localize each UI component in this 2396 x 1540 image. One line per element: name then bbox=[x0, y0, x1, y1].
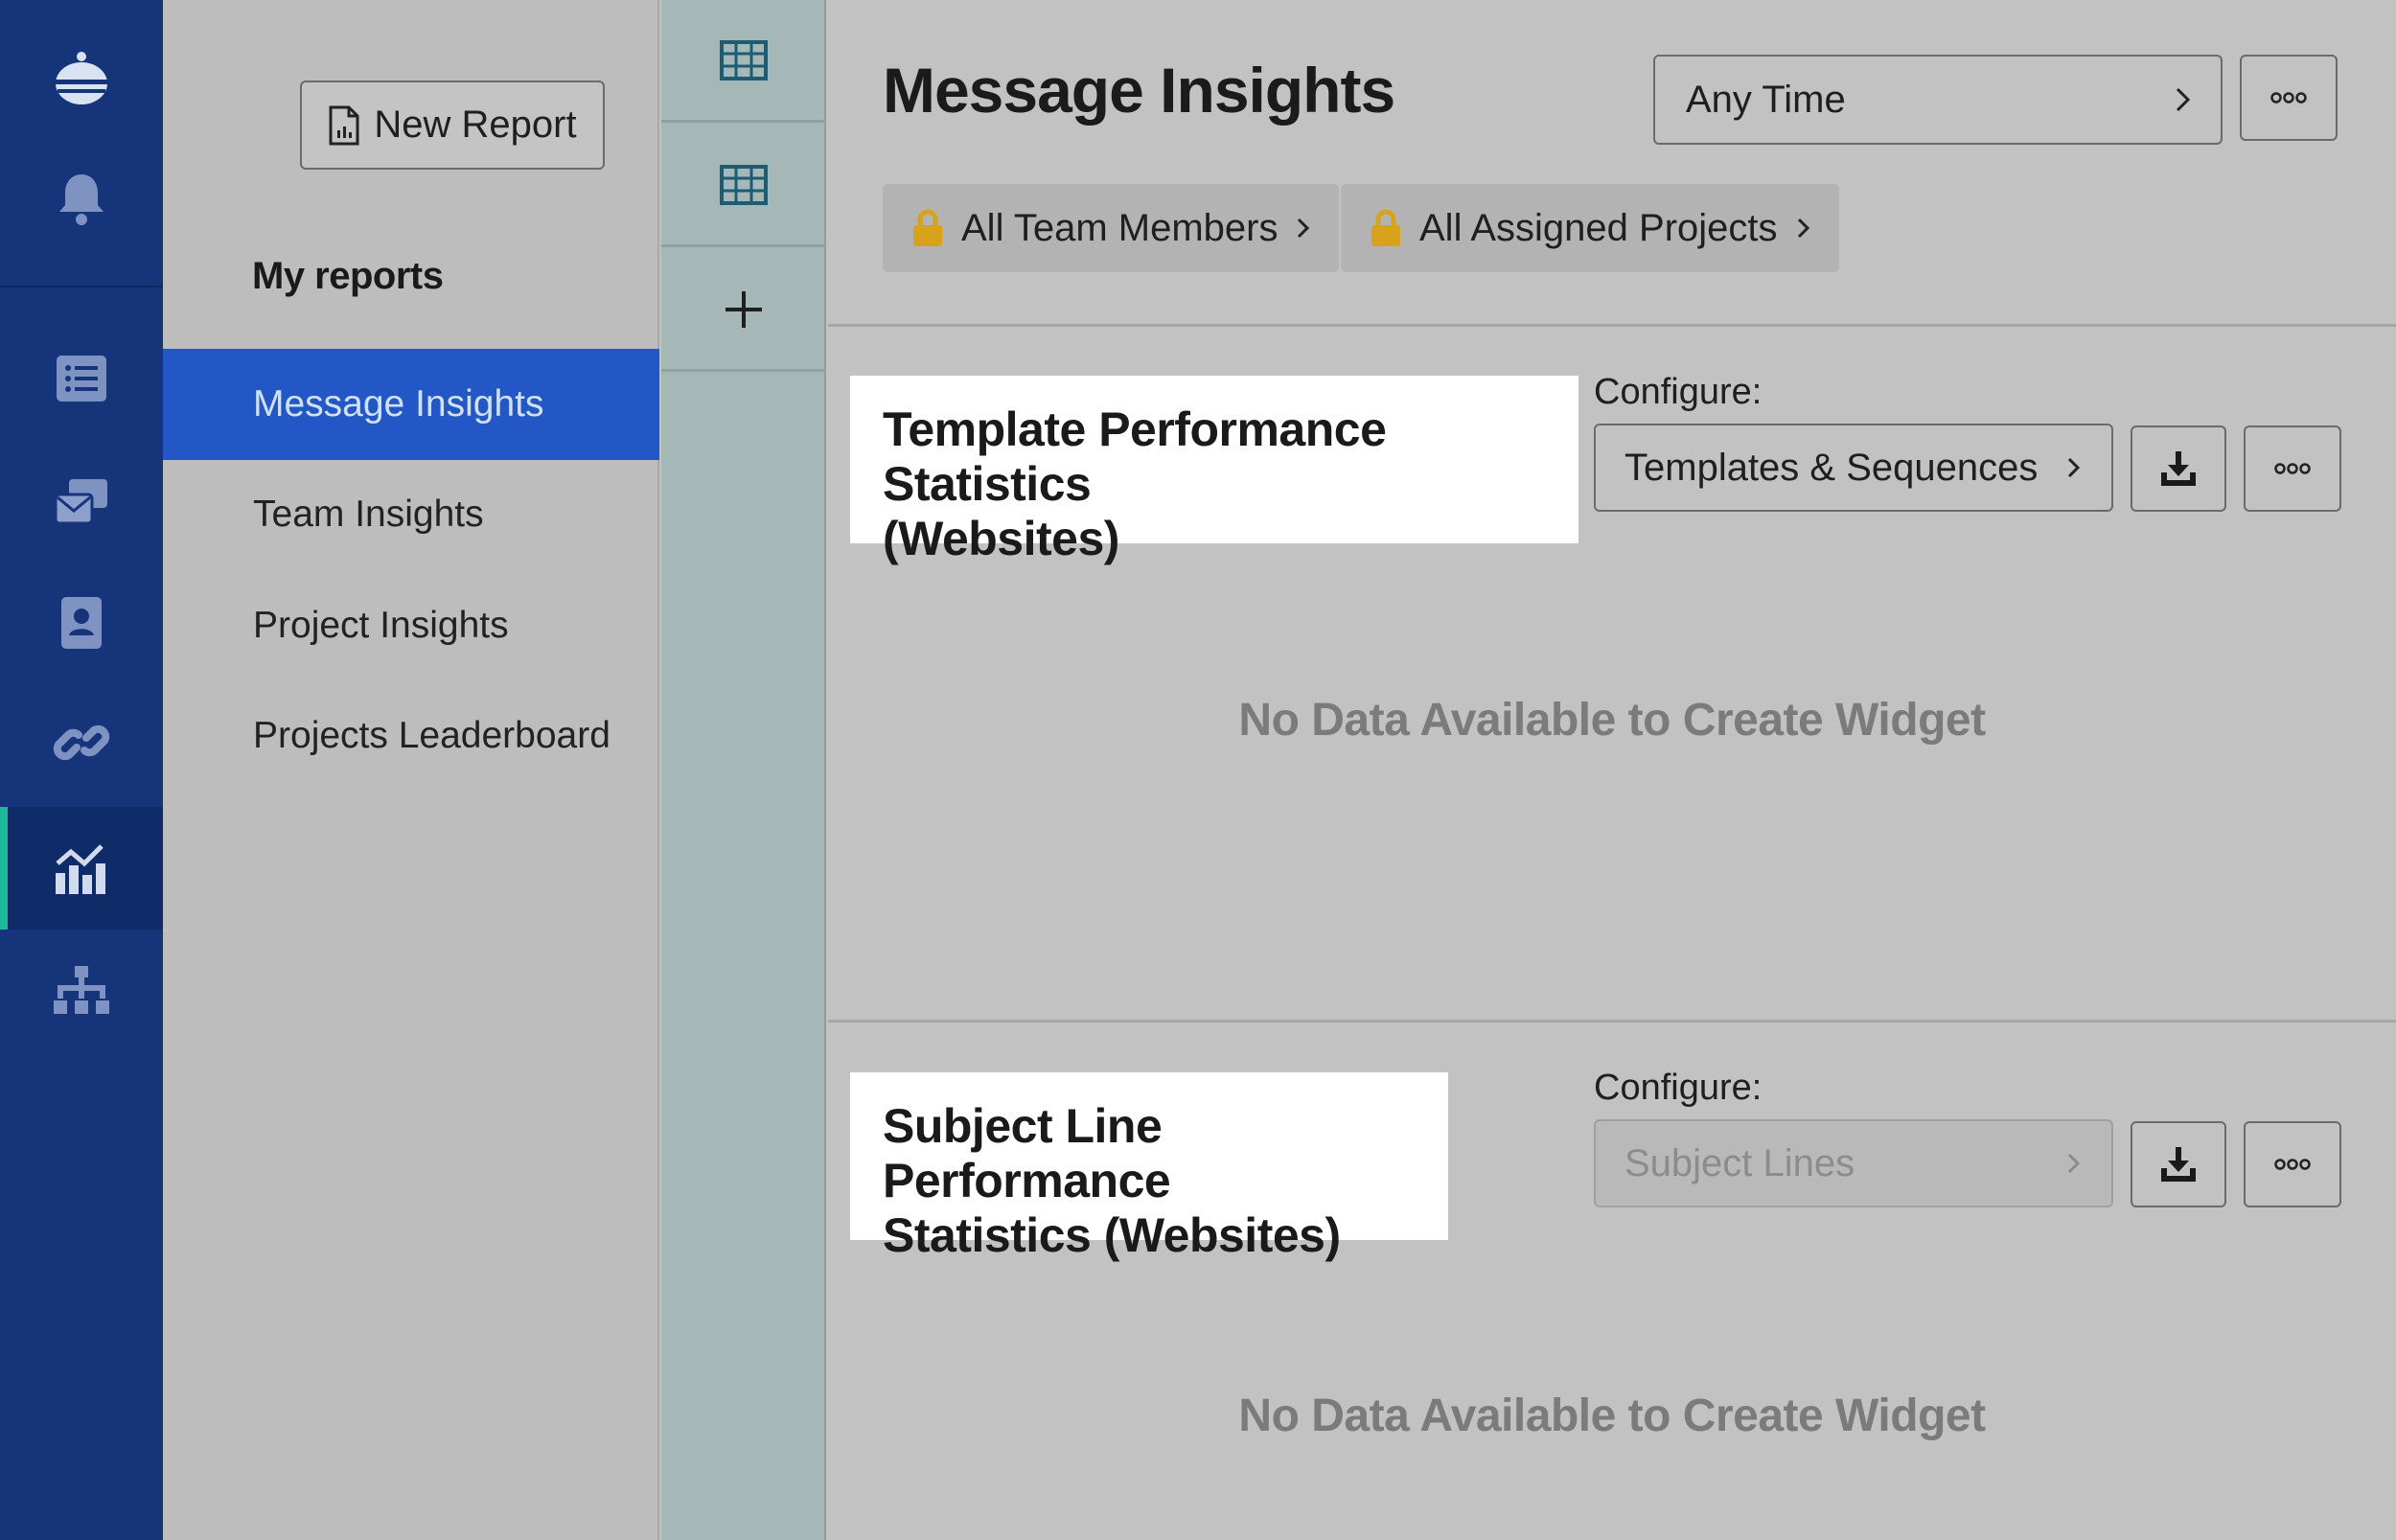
configure-value: Templates & Sequences bbox=[1624, 446, 2039, 489]
table-tab-1[interactable] bbox=[661, 0, 826, 123]
messages-icon[interactable] bbox=[43, 463, 120, 540]
chevron-right-icon bbox=[1797, 218, 1809, 239]
report-item-projects-leaderboard[interactable]: Projects Leaderboard bbox=[163, 680, 659, 792]
chevron-right-icon bbox=[2067, 457, 2081, 478]
download-icon bbox=[2161, 1147, 2196, 1182]
report-item-team-insights[interactable]: Team Insights bbox=[163, 459, 659, 570]
assigned-projects-filter-label: All Assigned Projects bbox=[1419, 206, 1778, 249]
empty-state-message: No Data Available to Create Widget bbox=[1238, 1391, 1986, 1441]
new-report-button[interactable]: New Report bbox=[300, 80, 605, 170]
add-widget-tab[interactable] bbox=[661, 249, 826, 372]
widget-tab-strip bbox=[661, 0, 826, 1540]
lock-icon bbox=[913, 209, 942, 246]
reports-panel: New Report My reports Message Insights T… bbox=[163, 0, 659, 1540]
widget-title-line: Template Performance Statistics bbox=[883, 402, 1387, 511]
report-item-project-insights[interactable]: Project Insights bbox=[163, 570, 659, 681]
icon-rail bbox=[0, 0, 163, 1540]
page-more-button[interactable] bbox=[2240, 55, 2338, 141]
section-divider bbox=[828, 324, 2396, 327]
download-icon bbox=[2161, 451, 2196, 486]
time-filter-select[interactable]: Any Time bbox=[1653, 55, 2223, 145]
lock-icon bbox=[1371, 209, 1400, 246]
widget-title-line: Subject Line Performance bbox=[883, 1099, 1171, 1207]
configure-label: Configure: bbox=[1594, 372, 1762, 412]
new-report-label: New Report bbox=[374, 103, 577, 146]
link-icon[interactable] bbox=[43, 704, 120, 781]
list-icon[interactable] bbox=[43, 340, 120, 417]
rail-divider bbox=[0, 286, 163, 287]
widget-title-line: (Websites) bbox=[883, 512, 1119, 565]
chevron-right-icon bbox=[1298, 218, 1310, 239]
table-icon bbox=[720, 39, 768, 80]
subject-lines-select[interactable]: Subject Lines bbox=[1594, 1119, 2113, 1207]
widget-more-button[interactable] bbox=[2244, 1121, 2341, 1207]
report-file-icon bbox=[329, 105, 359, 145]
bell-icon[interactable] bbox=[43, 160, 120, 237]
my-reports-heading: My reports bbox=[252, 255, 444, 297]
chart-icon[interactable] bbox=[43, 830, 120, 907]
widget-title-template-performance: Template Performance Statistics (Website… bbox=[850, 376, 1578, 565]
rail-active-indicator bbox=[0, 807, 8, 930]
plus-icon bbox=[726, 290, 762, 328]
team-members-filter[interactable]: All Team Members bbox=[883, 184, 1340, 272]
table-icon bbox=[720, 164, 768, 205]
widget-title-line: Statistics (Websites) bbox=[883, 1208, 1341, 1262]
contacts-icon[interactable] bbox=[43, 585, 120, 661]
main-content: Message Insights Any Time All Team Membe… bbox=[828, 0, 2396, 1540]
empty-state-message: No Data Available to Create Widget bbox=[1238, 695, 1986, 746]
download-button[interactable] bbox=[2131, 425, 2226, 512]
section-divider bbox=[828, 1020, 2396, 1023]
chevron-right-icon bbox=[2176, 87, 2191, 112]
assigned-projects-filter[interactable]: All Assigned Projects bbox=[1341, 184, 1839, 272]
configure-label: Configure: bbox=[1594, 1068, 1762, 1108]
page-title: Message Insights bbox=[883, 55, 1395, 126]
more-icon bbox=[2274, 463, 2311, 474]
chevron-right-icon bbox=[2067, 1153, 2081, 1174]
widget-title-subject-line-performance: Subject Line Performance Statistics (Web… bbox=[850, 1072, 1448, 1262]
widget-more-button[interactable] bbox=[2244, 425, 2341, 512]
more-icon bbox=[2274, 1159, 2311, 1170]
table-tab-2[interactable] bbox=[661, 125, 826, 247]
report-item-message-insights[interactable]: Message Insights bbox=[163, 349, 659, 460]
org-chart-icon[interactable] bbox=[43, 954, 120, 1030]
logo-icon[interactable] bbox=[43, 40, 120, 117]
team-members-filter-label: All Team Members bbox=[961, 206, 1279, 249]
more-icon bbox=[2270, 92, 2307, 103]
configure-value: Subject Lines bbox=[1624, 1141, 1855, 1184]
time-filter-value: Any Time bbox=[1686, 78, 1846, 121]
templates-sequences-select[interactable]: Templates & Sequences bbox=[1594, 424, 2113, 512]
download-button[interactable] bbox=[2131, 1121, 2226, 1207]
